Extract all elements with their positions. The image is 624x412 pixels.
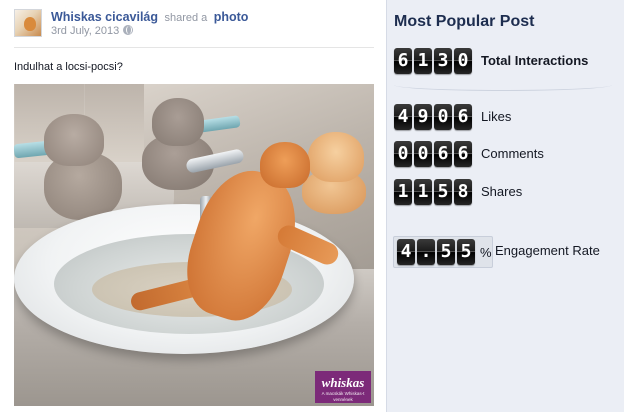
flip-digit: 6 (394, 48, 412, 74)
stat-label: Likes (481, 109, 512, 124)
shared-text: shared a (164, 12, 208, 24)
header-divider (14, 47, 374, 48)
avatar-cat-icon (24, 17, 36, 31)
stat-label: Shares (481, 184, 523, 199)
post-meta: Whiskas cicavilág shared a photo (51, 8, 248, 26)
flip-digit: 0 (454, 48, 472, 74)
flip-digit: 6 (454, 104, 472, 130)
flip-digit: 8 (454, 179, 472, 205)
stat-digits: 0 0 6 6 (394, 141, 472, 169)
stat-label: Comments (481, 146, 544, 161)
photo-grey-kitten-reflection (152, 98, 204, 146)
stat-digits: 4 . 5 5 (397, 239, 475, 267)
photo-link[interactable]: photo (214, 10, 249, 24)
flip-digit: 4 (397, 239, 415, 265)
stat-digits: 6 1 3 0 (394, 48, 472, 76)
flip-digit: 4 (394, 104, 412, 130)
facebook-post: Whiskas cicavilág shared a photo 3rd Jul… (0, 0, 386, 412)
post-date[interactable]: 3rd July, 2013 (51, 25, 119, 37)
flip-digit: 5 (457, 239, 475, 265)
whiskas-logo: whiskas A macskák Whiskas-t vennének (315, 371, 371, 403)
photo-orange-kitten-reflection (308, 132, 364, 182)
author-link[interactable]: Whiskas cicavilág (51, 10, 158, 24)
flip-digit: 0 (414, 141, 432, 167)
stat-digits: 1 1 5 8 (394, 179, 472, 207)
stat-digits: 4 9 0 6 (394, 104, 472, 132)
post-photo[interactable]: whiskas A macskák Whiskas-t vennének (14, 84, 374, 406)
flip-digit: 0 (434, 104, 452, 130)
flip-digit: . (417, 239, 435, 265)
flip-digit: 0 (394, 141, 412, 167)
stats-panel: Most Popular Post 6 1 3 0 Total Interact… (386, 0, 624, 412)
flip-digit: 1 (394, 179, 412, 205)
post-date-row: 3rd July, 2013 (51, 25, 134, 37)
brand-name: whiskas (321, 375, 365, 390)
flip-digit: 5 (437, 239, 455, 265)
flip-digit: 5 (434, 179, 452, 205)
stat-label: Total Interactions (481, 53, 589, 68)
panel-divider (394, 85, 612, 91)
page-avatar[interactable] (14, 9, 42, 37)
engagement-rate-label: Engagement Rate (495, 243, 600, 258)
globe-icon (123, 25, 134, 35)
panel-title: Most Popular Post (394, 13, 535, 30)
post-header: Whiskas cicavilág shared a photo 3rd Jul… (14, 9, 374, 39)
engagement-rate-box: 4 . 5 5 % (393, 236, 493, 268)
brand-tagline: A macskák Whiskas-t vennének (321, 391, 365, 402)
flip-digit: 6 (434, 141, 452, 167)
percent-sign: % (480, 245, 492, 260)
flip-digit: 6 (454, 141, 472, 167)
flip-digit: 3 (434, 48, 452, 74)
post-caption: Indulhat a locsi-pocsi? (14, 61, 123, 73)
flip-digit: 1 (414, 179, 432, 205)
flip-digit: 1 (414, 48, 432, 74)
flip-digit: 9 (414, 104, 432, 130)
photo-orange-kitten-head (260, 142, 310, 188)
photo-grey-kitten (44, 114, 104, 166)
